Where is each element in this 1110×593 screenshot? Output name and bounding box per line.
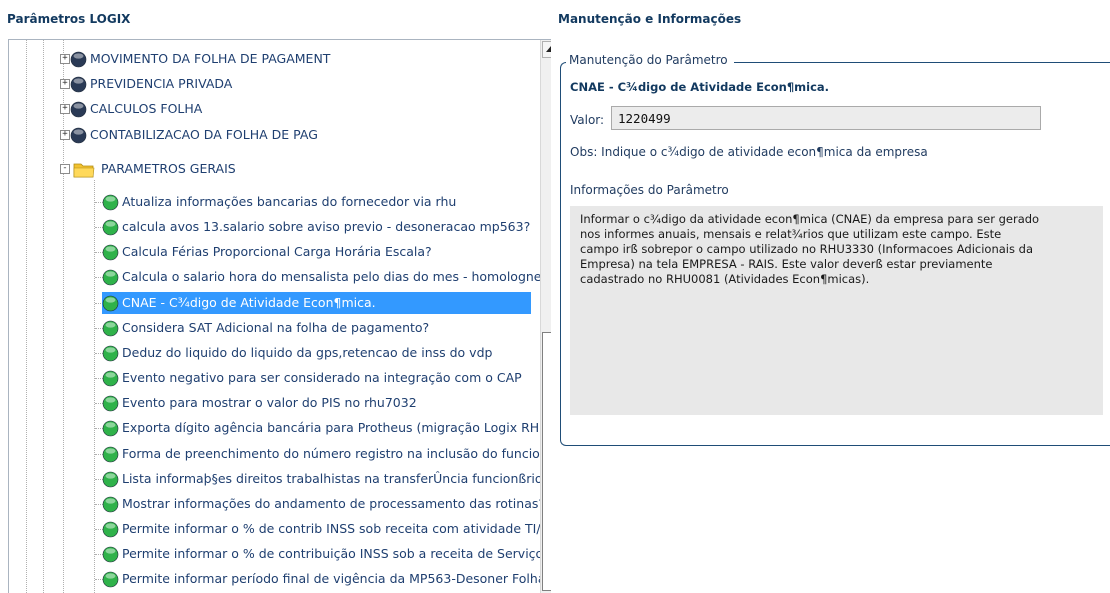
tree-group-label: PREVIDENCIA PRIVADA <box>90 76 233 91</box>
tree-item-label: Calcula o salario hora do mensalista pel… <box>122 269 547 284</box>
status-green-icon <box>102 320 119 337</box>
tree-guide-line <box>43 40 44 593</box>
tree-item[interactable]: Permite informar período final de vigênc… <box>102 568 551 590</box>
tree-group-3[interactable]: CALCULOS FOLHA <box>70 98 202 120</box>
tree-item[interactable]: Calcula Férias Proporcional Carga Horári… <box>102 241 432 263</box>
status-green-icon <box>102 446 119 463</box>
tree-item[interactable]: Calcula o salario hora do mensalista pel… <box>102 266 546 288</box>
status-green-icon <box>102 420 119 437</box>
tree-item[interactable]: calcula avos 13.salario sobre aviso prev… <box>102 216 530 238</box>
tree-folder-label: PARAMETROS GERAIS <box>101 161 236 176</box>
status-dark-icon <box>70 101 87 118</box>
tree-item-label: Permite informar o % de contribuição INS… <box>122 546 550 561</box>
tree-item[interactable]: Permite informar o % de contrib INSS sob… <box>102 518 551 540</box>
valor-input[interactable] <box>611 106 1041 130</box>
tree-item-label: Evento negativo para ser considerado na … <box>122 370 522 385</box>
tree-item[interactable]: Mostrar informações do andamento de proc… <box>102 493 545 515</box>
tree-item-label: Permite informar o % de contrib INSS sob… <box>122 521 551 536</box>
tree-group-4[interactable]: CONTABILIZACAO DA FOLHA DE PAG <box>70 124 318 146</box>
tree-scrollbar[interactable] <box>540 40 551 593</box>
status-green-icon <box>102 546 119 563</box>
status-green-icon <box>102 571 119 588</box>
tree-guide-line <box>63 40 64 593</box>
info-line: campo irß sobrepor o campo utilizado no … <box>580 242 1033 256</box>
tree-group-label: CALCULOS FOLHA <box>90 101 203 116</box>
tree-item-label: Lista informaþ§es direitos trabalhistas … <box>122 471 551 486</box>
expand-toggle[interactable]: + <box>60 104 70 114</box>
tree-group-1[interactable]: MOVIMENTO DA FOLHA DE PAGAMENT <box>70 48 330 70</box>
tree-item-label: Forma de preenchimento do número registr… <box>122 446 551 461</box>
tree-item[interactable]: Exporta dígito agência bancária para Pro… <box>102 417 551 439</box>
tree-item-label: Deduz do liquido do liquido da gps,reten… <box>122 345 493 360</box>
status-green-icon <box>102 521 119 538</box>
tree-item[interactable]: Evento para mostrar o valor do PIS no rh… <box>102 392 417 414</box>
status-green-icon <box>102 496 119 513</box>
status-green-icon <box>102 471 119 488</box>
status-green-icon <box>102 244 119 261</box>
tree-guide-line <box>26 40 27 593</box>
collapse-toggle[interactable]: - <box>60 164 70 174</box>
tree-item-label: Atualiza informações bancarias do fornec… <box>122 194 457 209</box>
tree-item-label: Calcula Férias Proporcional Carga Horári… <box>122 244 432 259</box>
obs-text: Obs: Indique o c¾digo de atividade econ¶… <box>570 145 928 159</box>
tree-item-label: calcula avos 13.salario sobre aviso prev… <box>122 219 531 234</box>
expand-toggle[interactable]: + <box>60 79 70 89</box>
scroll-thumb[interactable] <box>542 332 551 591</box>
expand-toggle[interactable]: + <box>60 130 70 140</box>
valor-label: Valor: <box>570 113 605 127</box>
tree-item[interactable]: Lista informaþ§es direitos trabalhistas … <box>102 468 551 490</box>
tree-item-label: Permite informar período final de vigênc… <box>122 571 551 586</box>
status-green-icon <box>102 295 119 312</box>
tree-item[interactable]: Considera SAT Adicional na folha de paga… <box>102 317 429 339</box>
parameter-name: CNAE - C¾digo de Atividade Econ¶mica. <box>570 80 830 94</box>
info-line: nos informes anuais, mensais e relat¾rio… <box>580 227 1002 241</box>
tree-group-label: MOVIMENTO DA FOLHA DE PAGAMENT <box>90 51 331 66</box>
status-green-icon <box>102 395 119 412</box>
status-green-icon <box>102 269 119 286</box>
tree-item-label: Exporta dígito agência bancária para Pro… <box>122 420 551 435</box>
tree-item[interactable]: Deduz do liquido do liquido da gps,reten… <box>102 342 492 364</box>
status-green-icon <box>102 370 119 387</box>
info-line: Informar o c¾digo da atividade econ¶mica… <box>580 212 1040 226</box>
scroll-up-button[interactable] <box>542 41 551 58</box>
status-dark-icon <box>70 127 87 144</box>
parameters-tree[interactable]: + MOVIMENTO DA FOLHA DE PAGAMENT + PREVIDEN… <box>8 39 551 593</box>
status-dark-icon <box>70 76 87 93</box>
tree-group-2[interactable]: PREVIDENCIA PRIVADA <box>70 73 232 95</box>
tree-item[interactable]: Evento negativo para ser considerado na … <box>102 367 522 389</box>
expand-toggle[interactable]: + <box>60 54 70 64</box>
info-textarea[interactable]: Informar o c¾digo da atividade econ¶mica… <box>570 206 1103 415</box>
tree-guide-line <box>94 180 95 593</box>
left-panel-title: Parâmetros LOGIX <box>7 12 131 26</box>
tree-item-label: CNAE - C¾digo de Atividade Econ¶mica. <box>122 295 376 310</box>
maintenance-legend: Manutenção do Parâmetro <box>566 53 734 67</box>
tree-group-label: CONTABILIZACAO DA FOLHA DE PAG <box>90 127 318 142</box>
info-line: Empresa) na tela EMPRESA - RAIS. Este va… <box>580 257 993 271</box>
folder-open-icon <box>73 161 95 178</box>
status-dark-icon <box>70 51 87 68</box>
info-line: cadastrado no RHU0081 (Atividades Econ¶m… <box>580 272 870 286</box>
right-panel-title: Manutenção e Informações <box>558 12 742 26</box>
info-title: Informações do Parâmetro <box>570 183 729 197</box>
tree-item-label: Evento para mostrar o valor do PIS no rh… <box>122 395 417 410</box>
tree-item[interactable]: CNAE - C¾digo de Atividade Econ¶mica. <box>102 292 531 314</box>
status-green-icon <box>102 345 119 362</box>
status-green-icon <box>102 194 119 211</box>
tree-item-label: Considera SAT Adicional na folha de paga… <box>122 320 430 335</box>
tree-item[interactable]: Permite informar o % de contribuição INS… <box>102 543 550 565</box>
tree-item[interactable]: Forma de preenchimento do número registr… <box>102 443 551 465</box>
tree-folder-parametros-gerais[interactable]: PARAMETROS GERAIS <box>73 158 236 180</box>
status-green-icon <box>102 219 119 236</box>
tree-item-label: Mostrar informações do andamento de proc… <box>122 496 545 511</box>
tree-item[interactable]: Atualiza informações bancarias do fornec… <box>102 191 456 213</box>
